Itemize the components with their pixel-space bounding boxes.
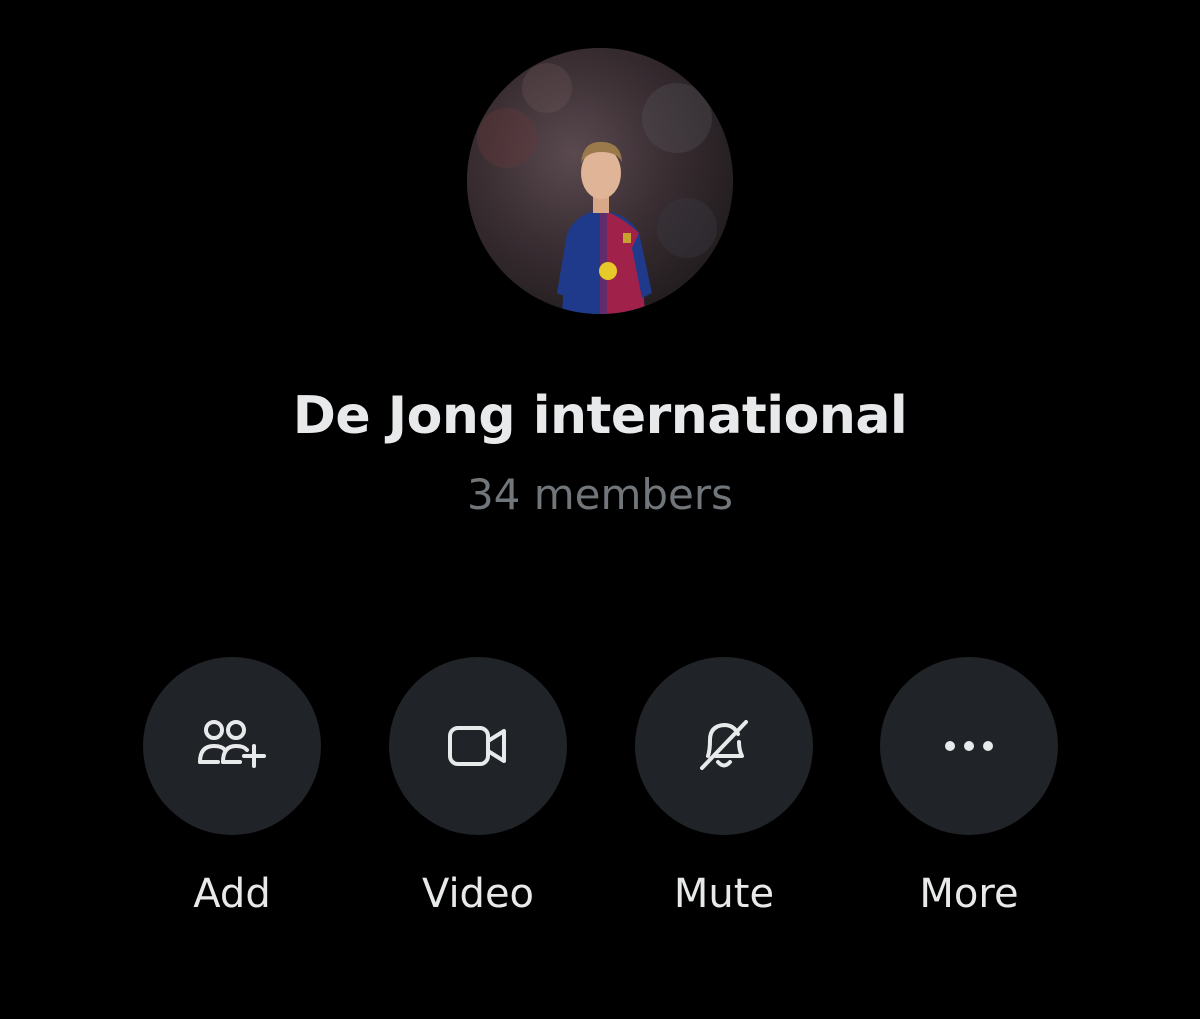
- mute-label: Mute: [673, 871, 775, 917]
- add-button[interactable]: Add: [142, 657, 322, 917]
- more-label: More: [919, 871, 1019, 917]
- mute-button[interactable]: Mute: [634, 657, 814, 917]
- member-count[interactable]: 34 members: [0, 470, 1200, 519]
- action-bar: Add Video Mute More: [0, 657, 1200, 937]
- add-label: Add: [193, 871, 271, 917]
- group-title: De Jong international: [292, 386, 908, 446]
- video-label: Video: [421, 871, 535, 917]
- add-button-circle[interactable]: [143, 657, 321, 835]
- more-button[interactable]: More: [879, 657, 1059, 917]
- more-button-circle[interactable]: [880, 657, 1058, 835]
- mute-button-circle[interactable]: [635, 657, 813, 835]
- more-dots-icon: [945, 741, 993, 751]
- add-people-icon: [198, 720, 266, 768]
- avatar-image: [467, 48, 733, 314]
- group-avatar[interactable]: [467, 48, 733, 314]
- video-button[interactable]: Video: [388, 657, 568, 917]
- video-button-circle[interactable]: [389, 657, 567, 835]
- bell-off-icon: [700, 720, 748, 770]
- video-camera-icon: [448, 726, 506, 766]
